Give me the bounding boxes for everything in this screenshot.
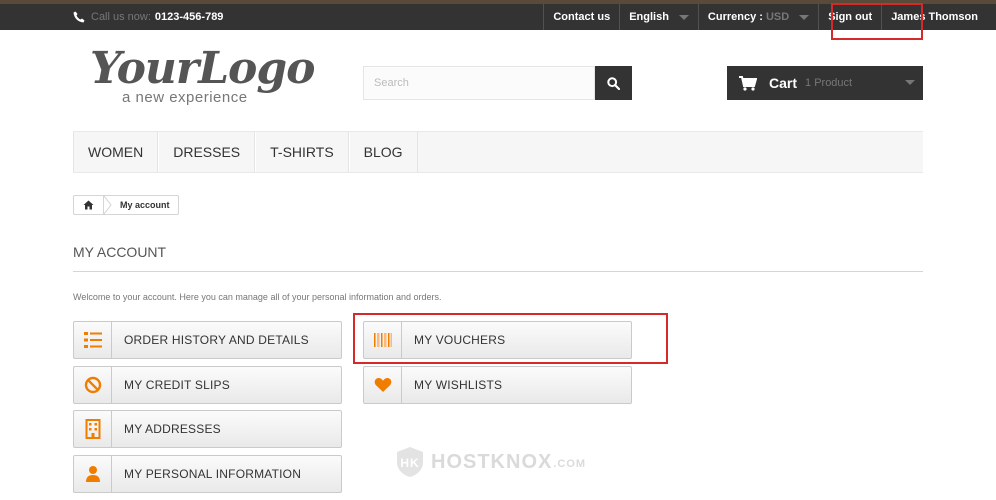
currency-value: USD [765,11,790,23]
watermark-name: HOSTKNOX [431,450,553,473]
breadcrumb-separator-icon [104,196,112,214]
svg-text:HK: HK [400,456,419,470]
page-title: My account [73,244,167,260]
personal-info-label: My personal information [124,467,302,481]
order-history-button[interactable]: Order history and details [73,321,342,359]
top-nav: Contact us English Currency : USD Sign ou… [543,4,996,30]
logo-text: YourLogo [90,43,316,94]
breadcrumb-home[interactable] [74,196,104,214]
building-icon [74,411,112,447]
search-icon [607,76,620,90]
currency-selector[interactable]: Currency : USD [697,4,818,30]
highlight-box-vouchers [353,313,668,364]
breadcrumb-current: My account [120,200,170,210]
phone-number: 0123-456-789 [154,11,224,23]
chevron-down-icon [678,14,689,20]
order-list-icon [74,322,112,358]
highlight-box-user [831,3,923,40]
hostknox-logo-icon: HK [397,447,423,477]
call-label: Call us now: [91,11,151,23]
search-input[interactable] [363,66,595,100]
watermark-suffix: .COM [553,458,587,470]
heart-icon [364,367,402,403]
addresses-label: My addresses [124,422,221,436]
menu-item-tshirts[interactable]: T-shirts [255,132,349,172]
personal-info-button[interactable]: My personal information [73,455,342,493]
site-logo[interactable]: YourLogo a new experience [90,43,316,107]
welcome-text: Welcome to your account. Here you can ma… [73,292,442,302]
cart-icon [739,75,757,91]
cart-quantity: 1 Product [805,77,853,89]
wishlists-button[interactable]: My wishlists [363,366,632,404]
phone-icon [73,11,85,23]
user-icon [74,456,112,492]
contact-us-label: Contact us [553,11,611,23]
search-form [363,66,632,100]
cart-label: Cart [769,75,798,91]
contact-us-link[interactable]: Contact us [543,4,619,30]
currency-label: Currency : [707,11,763,23]
title-divider [73,271,923,272]
chevron-down-icon [905,80,915,85]
phone-contact: Call us now: 0123-456-789 [73,4,223,30]
main-menu: Women Dresses T-shirts Blog [73,131,923,173]
addresses-button[interactable]: My addresses [73,410,342,448]
cart-button[interactable]: Cart 1 Product [727,66,923,100]
menu-item-blog[interactable]: Blog [348,132,418,172]
breadcrumb: My account [73,195,179,215]
menu-item-dresses[interactable]: Dresses [158,132,256,172]
credit-slips-label: My credit slips [124,378,230,392]
menu-item-women[interactable]: Women [73,132,159,172]
credit-slips-button[interactable]: My credit slips [73,366,342,404]
language-selector[interactable]: English [619,4,698,30]
chevron-down-icon [799,14,810,20]
wishlists-label: My wishlists [414,378,503,392]
language-value: English [629,11,669,23]
watermark: HK HOSTKNOX .COM [395,446,586,478]
home-icon [83,200,94,210]
ban-icon [74,367,112,403]
logo-tagline: a new experience [122,89,248,106]
search-button[interactable] [595,66,632,100]
order-history-label: Order history and details [124,333,309,347]
